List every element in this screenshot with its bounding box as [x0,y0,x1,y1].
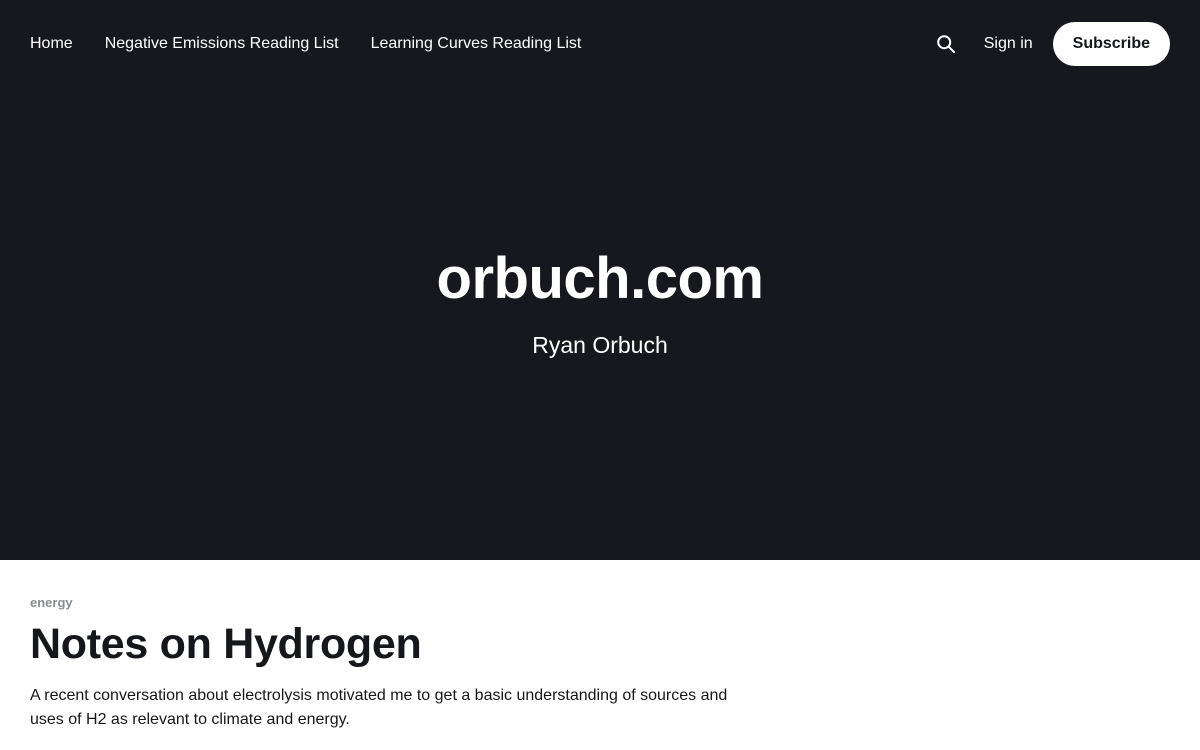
site-header: Home Negative Emissions Reading List Lea… [0,0,1200,560]
search-button[interactable] [934,32,958,56]
post-excerpt: A recent conversation about electrolysis… [30,687,728,728]
nav-links: Home Negative Emissions Reading List Lea… [30,35,613,53]
post-card: energy Notes on Hydrogen A recent conver… [30,594,750,732]
site-title: orbuch.com [436,246,764,311]
nav-actions: Sign in Subscribe [934,22,1170,66]
nav-link-learning-curves[interactable]: Learning Curves Reading List [371,35,582,53]
subscribe-button[interactable]: Subscribe [1052,22,1170,66]
search-icon [936,35,955,53]
top-navigation: Home Negative Emissions Reading List Lea… [0,0,1200,88]
sign-in-link[interactable]: Sign in [984,35,1033,53]
nav-link-home[interactable]: Home [30,35,73,53]
nav-link-negative-emissions[interactable]: Negative Emissions Reading List [105,35,339,53]
post-tag[interactable]: energy [30,594,750,612]
site-author: Ryan Orbuch [532,332,668,358]
post-title[interactable]: Notes on Hydrogen [30,618,750,670]
